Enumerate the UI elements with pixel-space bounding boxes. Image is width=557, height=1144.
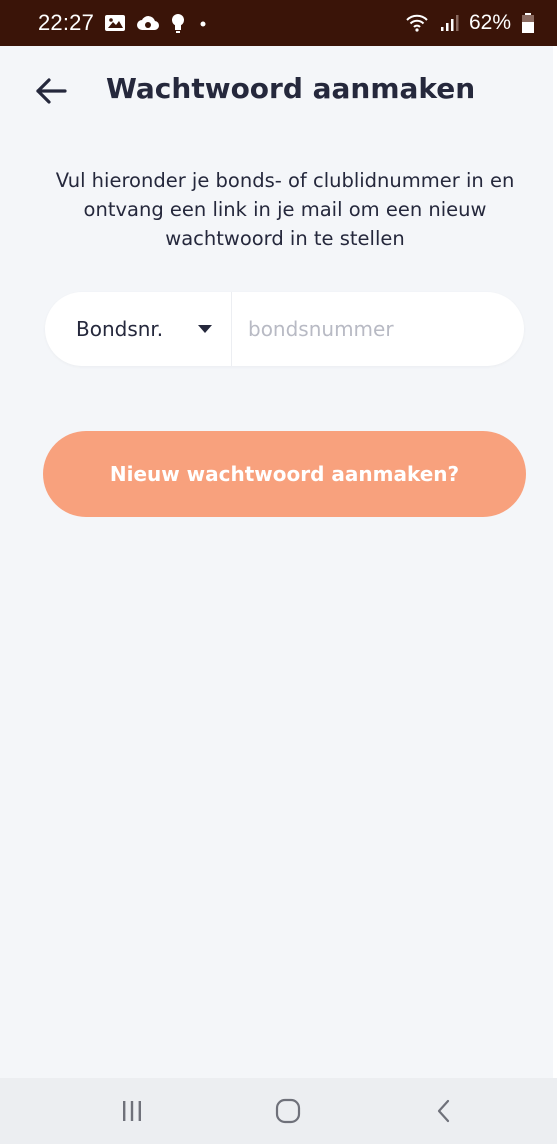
- bulb-icon: [170, 12, 186, 34]
- number-type-select[interactable]: Bondsnr.: [45, 292, 232, 366]
- status-left: 22:27: [38, 0, 210, 46]
- arrow-left-icon: [36, 78, 67, 104]
- header: Wachtwoord aanmaken: [0, 60, 557, 122]
- app-screen: 22:27 62% Wachtwoord aanmaken Vul hieron…: [0, 0, 557, 1144]
- battery-icon: [521, 12, 535, 34]
- home-button[interactable]: [263, 1090, 313, 1132]
- caret-down-icon: [198, 325, 212, 333]
- system-back-button[interactable]: [419, 1090, 469, 1132]
- recents-icon: [123, 1101, 141, 1121]
- member-number-field: Bondsnr.: [45, 292, 524, 366]
- page-title: Wachtwoord aanmaken: [106, 72, 476, 105]
- home-icon: [275, 1098, 301, 1124]
- member-number-input[interactable]: [232, 292, 524, 366]
- instruction-text: Vul hieronder je bonds- of clublidnummer…: [55, 169, 515, 250]
- back-button[interactable]: [28, 68, 74, 114]
- screen-edge: [553, 46, 557, 1078]
- status-right: 62%: [405, 0, 535, 46]
- back-icon: [437, 1099, 450, 1123]
- navigation-bar: [0, 1078, 557, 1144]
- create-password-button[interactable]: Nieuw wachtwoord aanmaken?: [43, 431, 526, 517]
- wifi-icon: [405, 13, 429, 33]
- status-bar: 22:27 62%: [0, 0, 557, 46]
- dot-icon: [196, 13, 210, 33]
- battery-percent: 62%: [468, 11, 511, 34]
- number-type-selected: Bondsnr.: [76, 317, 164, 341]
- cloud-icon: [136, 13, 160, 33]
- gallery-icon: [104, 13, 126, 33]
- recents-button[interactable]: [107, 1090, 157, 1132]
- signal-icon: [439, 13, 459, 33]
- status-time: 22:27: [38, 10, 95, 35]
